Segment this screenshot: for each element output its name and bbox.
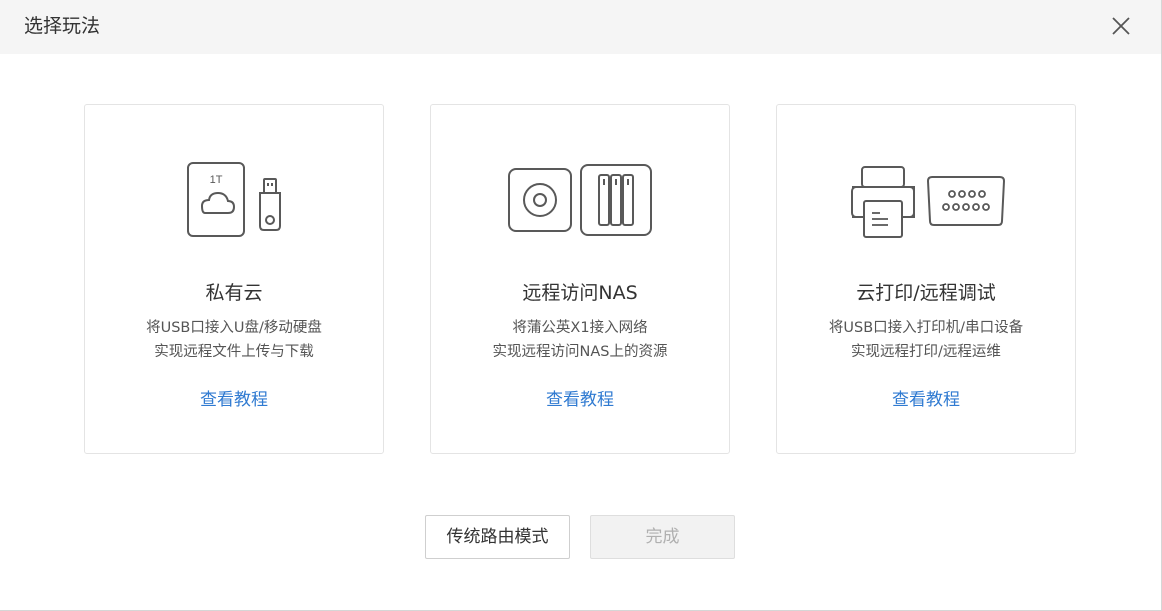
hard-drive-cloud-icon: 1T [187,162,245,237]
card-private-cloud[interactable]: 1T 私有云 将USB口接入U盘/移动硬盘 实现远程文件上传与下载 查看教程 [84,104,384,454]
card-icon-group: 1T [85,155,383,245]
view-tutorial-link[interactable]: 查看教程 [85,389,383,411]
view-tutorial-link[interactable]: 查看教程 [431,389,729,411]
card-description-line2: 实现远程访问NAS上的资源 [492,344,668,360]
card-remote-nas[interactable]: 远程访问NAS 将蒲公英X1接入网络 实现远程访问NAS上的资源 查看教程 [430,104,730,454]
card-description-line1: 将USB口接入打印机/串口设备 [828,320,1024,336]
close-icon [1112,17,1130,35]
drive-capacity-label: 1T [210,174,223,186]
card-title: 远程访问NAS [522,282,638,304]
serial-port-icon [926,176,1005,226]
device-icon [508,168,572,232]
card-title: 私有云 [205,282,263,304]
printer-icon [850,166,915,238]
legacy-router-mode-button[interactable]: 传统路由模式 [425,515,570,559]
close-button[interactable] [1106,11,1136,41]
dialog-title: 选择玩法 [24,15,101,37]
usb-flash-drive-icon [259,178,281,231]
card-icon-group [777,155,1075,245]
card-description-line1: 将蒲公英X1接入网络 [512,320,648,336]
done-button[interactable]: 完成 [590,515,735,559]
view-tutorial-link[interactable]: 查看教程 [777,389,1075,411]
nas-icon [580,164,652,236]
select-mode-dialog: 选择玩法 1T 私有云 将USB口接入U盘/移动硬盘 实现远程文件上传与下载 查… [0,0,1162,611]
card-description-line2: 实现远程打印/远程运维 [851,344,1001,360]
card-icon-group [431,155,729,245]
card-description-line1: 将USB口接入U盘/移动硬盘 [146,320,322,336]
card-cloud-print[interactable]: 云打印/远程调试 将USB口接入打印机/串口设备 实现远程打印/远程运维 查看教… [776,104,1076,454]
card-title: 云打印/远程调试 [856,282,996,304]
card-description-line2: 实现远程文件上传与下载 [154,344,314,360]
dialog-titlebar: 选择玩法 [0,0,1161,54]
